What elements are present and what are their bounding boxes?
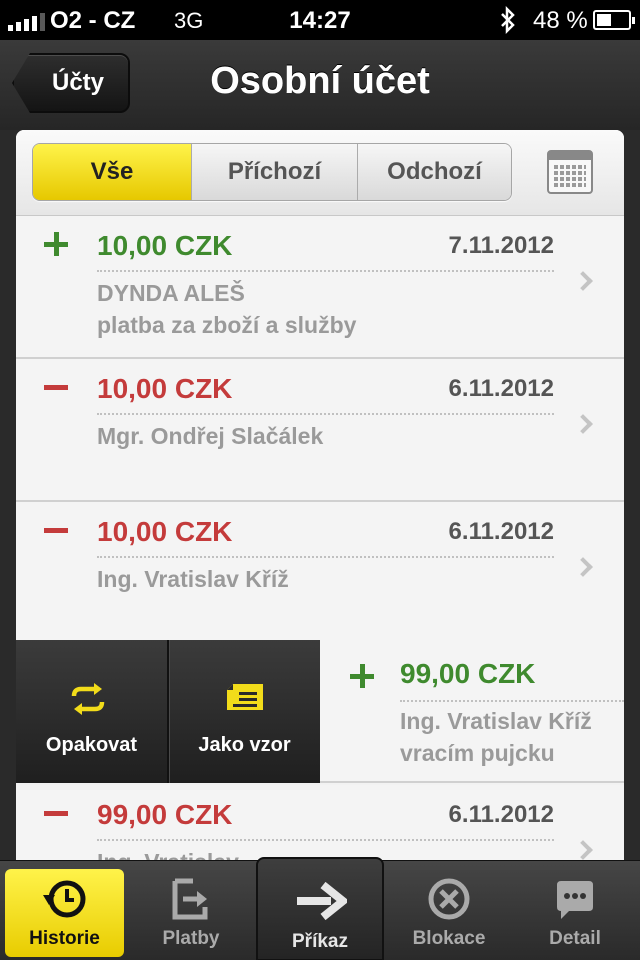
tab-history-label: Historie [29, 928, 100, 949]
transaction-amount: 99,00 CZK [400, 658, 536, 689]
battery-percent: 48 % [533, 7, 588, 34]
transaction-row[interactable]: 99,00 CZK 6.11.2012 Ing. Vratislav [16, 785, 624, 860]
detail-chat-icon [557, 881, 593, 919]
transaction-row[interactable]: 10,00 CZK 6.11.2012 Mgr. Ondřej Slačálek [16, 359, 624, 502]
page-title: Osobní účet [210, 60, 430, 102]
bluetooth-icon [501, 6, 515, 34]
chevron-right-icon [573, 414, 593, 434]
tab-bar: Historie Platby Příkaz Blokace Detail [0, 857, 640, 960]
transaction-date: 6.11.2012 [448, 518, 554, 545]
payments-icon [172, 878, 208, 920]
transaction-date: 6.11.2012 [448, 375, 554, 402]
chevron-right-icon [573, 840, 593, 860]
tab-payments-label: Platby [162, 928, 220, 949]
repeat-button[interactable]: Opakovat [16, 640, 167, 783]
navigation-bar: Účty Osobní účet [0, 40, 640, 130]
transaction-row[interactable]: 10,00 CZK 6.11.2012 Ing. Vratislav Kříž [16, 502, 624, 645]
repeat-label: Opakovat [45, 734, 138, 756]
tab-detail-label: Detail [549, 928, 601, 949]
transaction-description: platba za zboží a služby [97, 312, 357, 338]
dotted-divider [97, 839, 554, 841]
filter-segmented-control: Vše Příchozí Odchozí [32, 143, 512, 201]
tab-payments[interactable]: Platby [130, 861, 252, 960]
expense-minus-icon [44, 375, 68, 399]
transaction-amount: 10,00 CZK [97, 373, 233, 404]
income-plus-icon [350, 664, 374, 688]
status-bar: O2 - CZ 3G 14:27 48 % [0, 0, 640, 40]
swipe-actions: Opakovat Jako vzor [16, 640, 320, 783]
calendar-icon[interactable] [547, 150, 593, 194]
transaction-date: 6.11.2012 [448, 801, 554, 828]
dotted-divider [400, 700, 624, 702]
arrow-right-icon [297, 881, 347, 921]
transaction-counterparty: Ing. Vratislav Kříž [97, 566, 289, 592]
tab-order-label: Příkaz [292, 931, 348, 952]
expense-minus-icon [44, 518, 68, 542]
dotted-divider [97, 556, 554, 558]
battery-fill [597, 14, 611, 26]
chevron-right-icon [573, 557, 593, 577]
dotted-divider [97, 413, 554, 415]
transaction-description: vracím pujcku [400, 740, 555, 766]
tab-order[interactable]: Příkaz [256, 857, 384, 960]
filter-outgoing[interactable]: Odchozí [357, 144, 511, 200]
filter-incoming[interactable]: Příchozí [191, 144, 357, 200]
transaction-row[interactable]: 10,00 CZK 7.11.2012 DYNDA ALEŠ platba za… [16, 216, 624, 359]
transaction-row-swiped[interactable]: 99,00 CZK Ing. Vratislav Kříž vracím puj… [320, 640, 624, 783]
battery-icon [593, 10, 635, 30]
history-icon [42, 880, 85, 918]
chevron-right-icon [573, 271, 593, 291]
transaction-counterparty: DYNDA ALEŠ [97, 280, 245, 306]
transaction-amount: 10,00 CZK [97, 516, 233, 547]
tab-history[interactable]: Historie [5, 869, 124, 957]
tab-blocks-label: Blokace [412, 928, 486, 949]
template-icon [227, 684, 263, 710]
transaction-panel: Vše Příchozí Odchozí 10,00 CZK 7.11.2012… [16, 130, 624, 860]
transaction-counterparty: Mgr. Ondřej Slačálek [97, 423, 324, 449]
transaction-date: 7.11.2012 [448, 232, 554, 259]
expense-minus-icon [44, 801, 68, 825]
template-label: Jako vzor [198, 734, 291, 756]
blocked-icon [428, 878, 470, 920]
dotted-divider [97, 270, 554, 272]
transaction-counterparty: Ing. Vratislav Kříž [400, 708, 592, 734]
transaction-counterparty: Ing. Vratislav [97, 849, 239, 860]
tab-detail[interactable]: Detail [514, 861, 636, 960]
save-as-template-button[interactable]: Jako vzor [167, 640, 320, 783]
repeat-icon [71, 683, 105, 715]
income-plus-icon [44, 232, 68, 256]
tab-blocks[interactable]: Blokace [388, 861, 510, 960]
filter-bar: Vše Příchozí Odchozí [16, 130, 624, 216]
filter-all[interactable]: Vše [33, 144, 191, 200]
transaction-amount: 99,00 CZK [97, 799, 233, 830]
transaction-amount: 10,00 CZK [97, 230, 233, 261]
